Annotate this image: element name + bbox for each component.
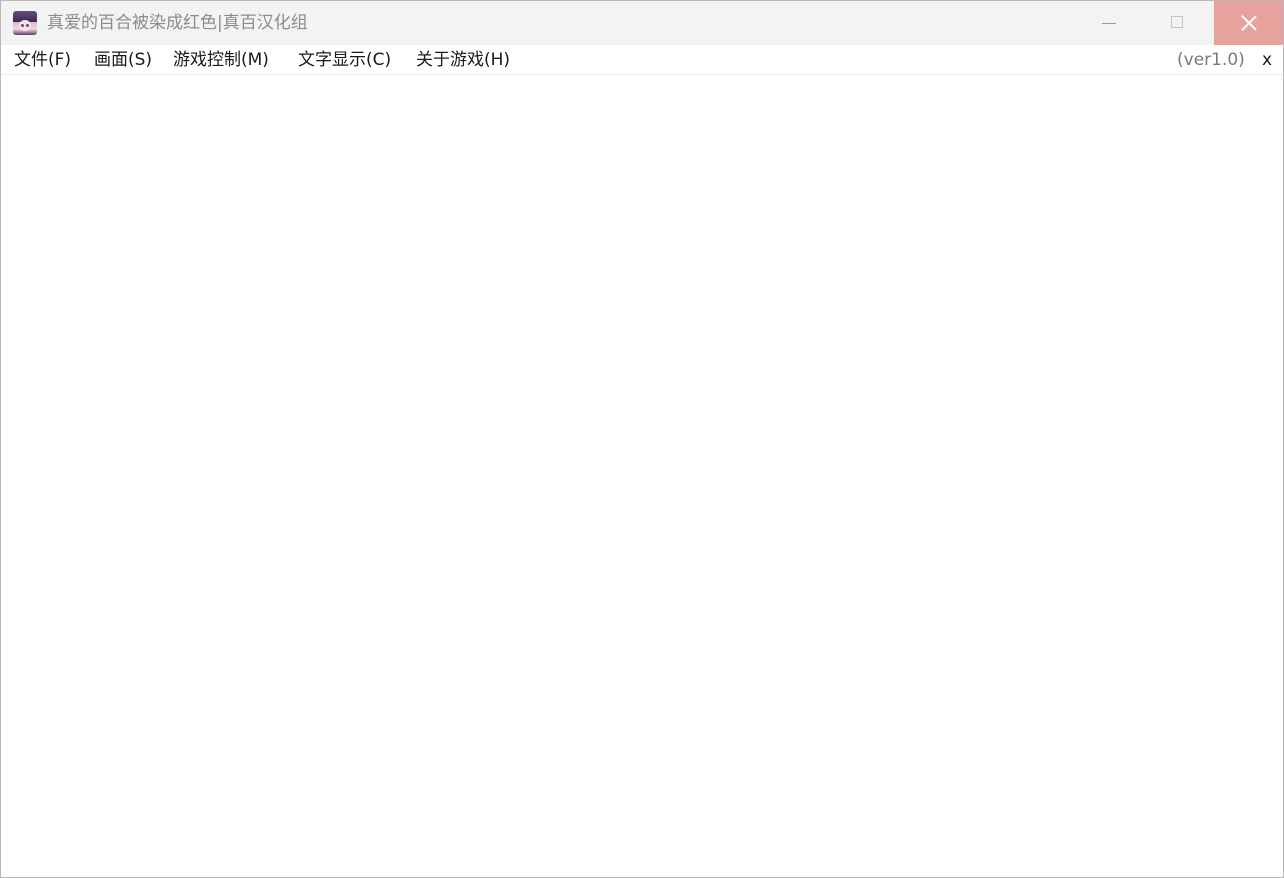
- minimize-button[interactable]: [1075, 1, 1143, 45]
- window-title: 真爱的百合被染成红色|真百汉化组: [47, 13, 308, 33]
- menu-screen[interactable]: 画面(S): [94, 49, 152, 71]
- minimize-icon: [1102, 23, 1116, 24]
- version-label: (ver1.0): [1177, 50, 1245, 70]
- maximize-button[interactable]: [1143, 1, 1211, 45]
- menu-text-display[interactable]: 文字显示(C): [298, 49, 391, 71]
- menu-about-game[interactable]: 关于游戏(H): [416, 49, 510, 71]
- close-button[interactable]: [1214, 1, 1283, 45]
- icon-eye-left: [21, 24, 24, 27]
- menu-file[interactable]: 文件(F): [14, 49, 71, 71]
- app-character-icon[interactable]: [13, 11, 37, 35]
- title-bar[interactable]: 真爱的百合被染成红色|真百汉化组: [1, 1, 1283, 45]
- menu-game-control[interactable]: 游戏控制(M): [173, 49, 269, 71]
- close-icon: [1240, 14, 1258, 32]
- app-window: 真爱的百合被染成红色|真百汉化组 文件(F) 画面(S) 游戏控制(M) 文字显…: [0, 0, 1284, 878]
- game-canvas[interactable]: [1, 76, 1283, 877]
- maximize-icon: [1171, 16, 1183, 28]
- menu-bar: 文件(F) 画面(S) 游戏控制(M) 文字显示(C) 关于游戏(H) (ver…: [1, 45, 1283, 75]
- icon-eye-right: [26, 24, 29, 27]
- menu-close-button[interactable]: x: [1262, 49, 1272, 71]
